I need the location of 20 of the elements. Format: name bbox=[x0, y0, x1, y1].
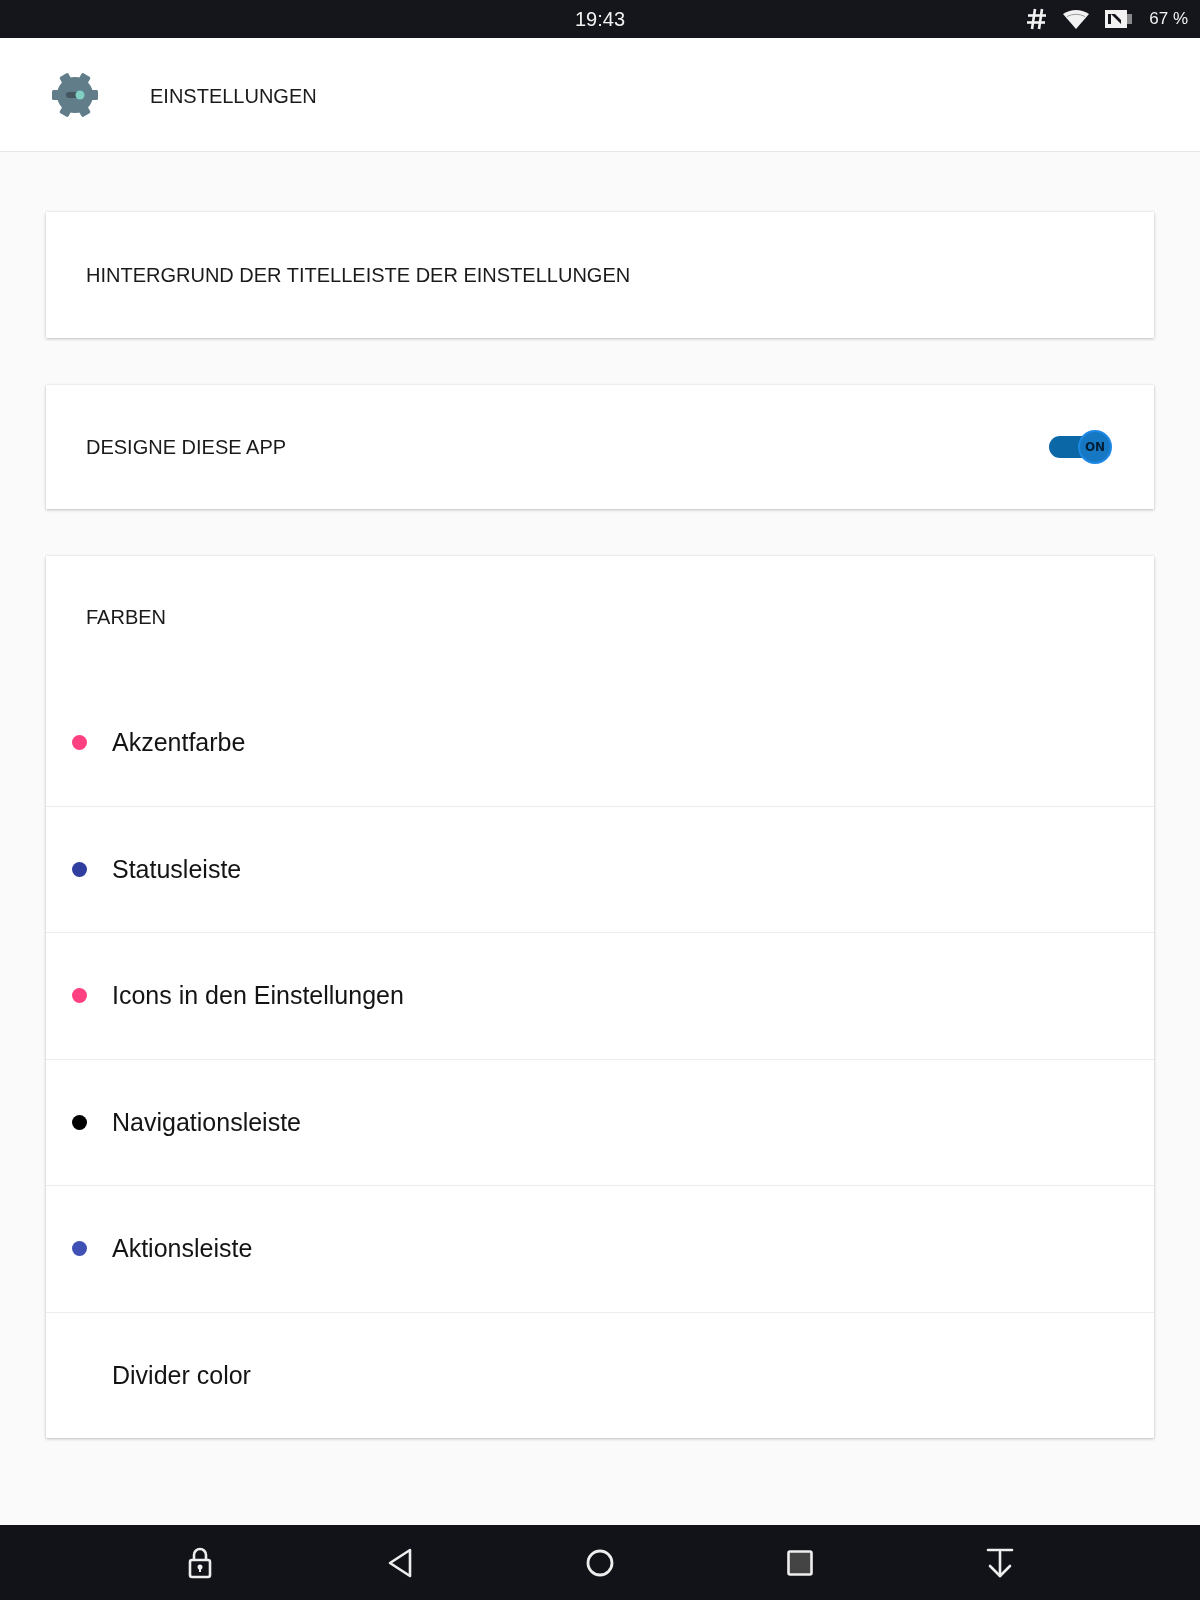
setting-label: DESIGNE DIESE APP bbox=[86, 435, 288, 459]
back-icon[interactable] bbox=[387, 1547, 413, 1578]
app-title: EINSTELLUNGEN bbox=[150, 84, 317, 108]
list-item[interactable]: Aktionsleiste bbox=[46, 1185, 1154, 1312]
hash-icon bbox=[1027, 8, 1048, 30]
list-item[interactable]: Divider color bbox=[46, 1311, 1154, 1438]
wifi-icon bbox=[1063, 9, 1090, 29]
section-title: HINTERGRUND DER TITELLEISTE DER EINSTELLUNGEN bbox=[86, 263, 632, 287]
section-title: FARBEN bbox=[86, 606, 168, 629]
home-icon[interactable] bbox=[586, 1548, 614, 1577]
battery-icon bbox=[1105, 9, 1134, 29]
list-item[interactable]: Icons in den Einstellungen bbox=[46, 932, 1154, 1059]
list-item[interactable]: Statusleiste bbox=[46, 805, 1154, 932]
status-time: 19:43 bbox=[574, 7, 626, 31]
list-item[interactable]: Akzentfarbe bbox=[46, 679, 1154, 806]
download-icon[interactable] bbox=[986, 1547, 1014, 1578]
battery-percent: 67 % bbox=[1149, 9, 1188, 29]
lock-icon[interactable] bbox=[188, 1546, 212, 1579]
recents-icon[interactable] bbox=[787, 1549, 813, 1576]
list-item[interactable]: Navigationsleiste bbox=[46, 1058, 1154, 1185]
